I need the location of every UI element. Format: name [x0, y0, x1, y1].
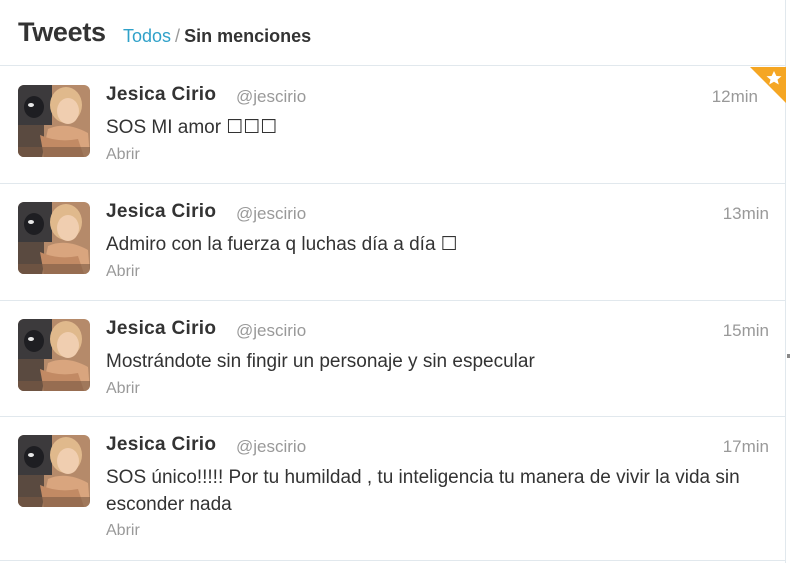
open-tweet-link[interactable]: Abrir — [106, 380, 140, 398]
author-name[interactable]: Jesica Cirio — [106, 84, 216, 106]
author-name[interactable]: Jesica Cirio — [106, 318, 216, 340]
author-handle[interactable]: @jescirio — [236, 321, 306, 341]
tweet-timestamp[interactable]: 13min — [723, 204, 769, 224]
avatar[interactable] — [18, 319, 90, 391]
tweet-text: SOS único!!!!! Por tu humildad , tu inte… — [106, 467, 740, 515]
avatar[interactable] — [18, 85, 90, 157]
avatar-image — [18, 85, 90, 157]
filter-no-mentions[interactable]: Sin menciones — [184, 26, 311, 46]
tweet-text: SOS MI amor ☐☐☐ — [106, 117, 278, 138]
author-name[interactable]: Jesica Cirio — [106, 434, 216, 456]
open-tweet-link[interactable]: Abrir — [106, 263, 140, 281]
avatar-image — [18, 202, 90, 274]
tweet-item[interactable]: Jesica Cirio @jescirio 13min Admiro con … — [0, 184, 786, 301]
tweet-text: Admiro con la fuerza q luchas día a día … — [106, 234, 458, 255]
avatar[interactable] — [18, 435, 90, 507]
tweet-item[interactable]: Jesica Cirio @jescirio 15min Mostrándote… — [0, 301, 786, 417]
tweets-panel: Tweets Todos / Sin menciones Jesica Cirio … — [0, 0, 786, 563]
filter-all-link[interactable]: Todos — [123, 26, 171, 46]
tweet-text: Mostrándote sin fingir un personaje y si… — [106, 351, 535, 372]
author-handle[interactable]: @jescirio — [236, 437, 306, 457]
author-handle[interactable]: @jescirio — [236, 87, 306, 107]
avatar-image — [18, 435, 90, 507]
avatar-image — [18, 319, 90, 391]
favorite-star-icon — [750, 67, 786, 103]
tweets-header: Tweets Todos / Sin menciones — [0, 0, 786, 66]
author-name[interactable]: Jesica Cirio — [106, 201, 216, 223]
tweet-timestamp[interactable]: 17min — [723, 437, 769, 457]
page-title: Tweets — [18, 17, 106, 47]
tweet-item[interactable]: Jesica Cirio @jescirio 12min SOS MI amor… — [0, 67, 786, 184]
author-handle[interactable]: @jescirio — [236, 204, 306, 224]
tweet-timestamp[interactable]: 15min — [723, 321, 769, 341]
open-tweet-link[interactable]: Abrir — [106, 522, 140, 540]
avatar[interactable] — [18, 202, 90, 274]
open-tweet-link[interactable]: Abrir — [106, 146, 140, 164]
tweet-item[interactable]: Jesica Cirio @jescirio 17min SOS único!!… — [0, 417, 786, 561]
filter-separator: / — [175, 26, 181, 46]
tweet-filter: Todos / Sin menciones — [123, 26, 311, 47]
